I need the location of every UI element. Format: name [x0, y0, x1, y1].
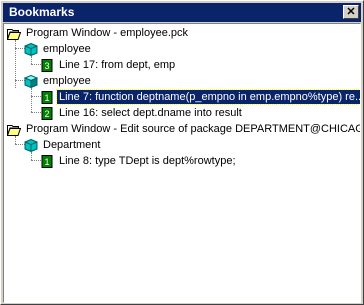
tree-node-label: employee — [43, 43, 91, 55]
window-title: Bookmarks — [9, 5, 75, 19]
tree-node-label: Line 8: type TDept is dept%rowtype; — [59, 155, 236, 167]
tree-node-bookmark[interactable]: 3 Line 17: from dept, emp — [40, 57, 177, 73]
tree-connector — [31, 152, 32, 160]
tree-node-package[interactable]: Department — [24, 137, 102, 153]
svg-text:1: 1 — [44, 93, 49, 103]
tree-node-root[interactable]: Program Window - employee.pck — [7, 25, 190, 41]
tree-node-label: Program Window - Edit source of package … — [26, 123, 361, 135]
folder-open-icon — [7, 28, 21, 40]
svg-text:3: 3 — [44, 61, 49, 71]
close-icon: ✕ — [346, 6, 356, 18]
bookmark-1-icon: 1 — [41, 90, 53, 104]
tree-connector — [31, 56, 32, 64]
tree-node-label: employee — [43, 75, 91, 87]
tree-node-root[interactable]: Program Window - Edit source of package … — [7, 121, 361, 137]
folder-open-icon — [7, 124, 21, 136]
title-bar[interactable]: Bookmarks ✕ — [3, 3, 361, 22]
bookmarks-tree[interactable]: Program Window - employee.pck employee 3… — [3, 23, 361, 303]
tree-node-label: Line 17: from dept, emp — [59, 59, 176, 71]
bookmarks-window: Bookmarks ✕ Program Window - employee.pc… — [0, 0, 364, 305]
bookmark-2-icon: 2 — [41, 106, 53, 120]
tree-node-bookmark[interactable]: 1 Line 7: function deptname(p_empno in e… — [40, 89, 360, 105]
package-body-icon — [24, 74, 38, 88]
bookmark-1-icon: 1 — [41, 154, 53, 168]
svg-text:1: 1 — [44, 157, 49, 167]
close-button[interactable]: ✕ — [343, 5, 359, 19]
tree-connector — [15, 136, 16, 144]
svg-text:2: 2 — [44, 109, 49, 119]
tree-connector — [31, 88, 32, 112]
tree-node-label: Program Window - employee.pck — [26, 27, 189, 39]
tree-node-bookmark[interactable]: 1 Line 8: type TDept is dept%rowtype; — [40, 153, 238, 169]
bookmark-3-icon: 3 — [41, 58, 53, 72]
tree-node-package[interactable]: employee — [24, 41, 93, 57]
tree-node-package-body[interactable]: employee — [24, 73, 93, 89]
package-icon — [24, 138, 38, 152]
tree-node-bookmark[interactable]: 2 Line 16: select dept.dname into result — [40, 105, 244, 121]
package-icon — [24, 42, 38, 56]
tree-node-label: Department — [43, 139, 101, 151]
tree-node-label: Line 16: select dept.dname into result — [59, 107, 242, 119]
tree-node-label-selected: Line 7: function deptname(p_empno in emp… — [55, 89, 360, 105]
